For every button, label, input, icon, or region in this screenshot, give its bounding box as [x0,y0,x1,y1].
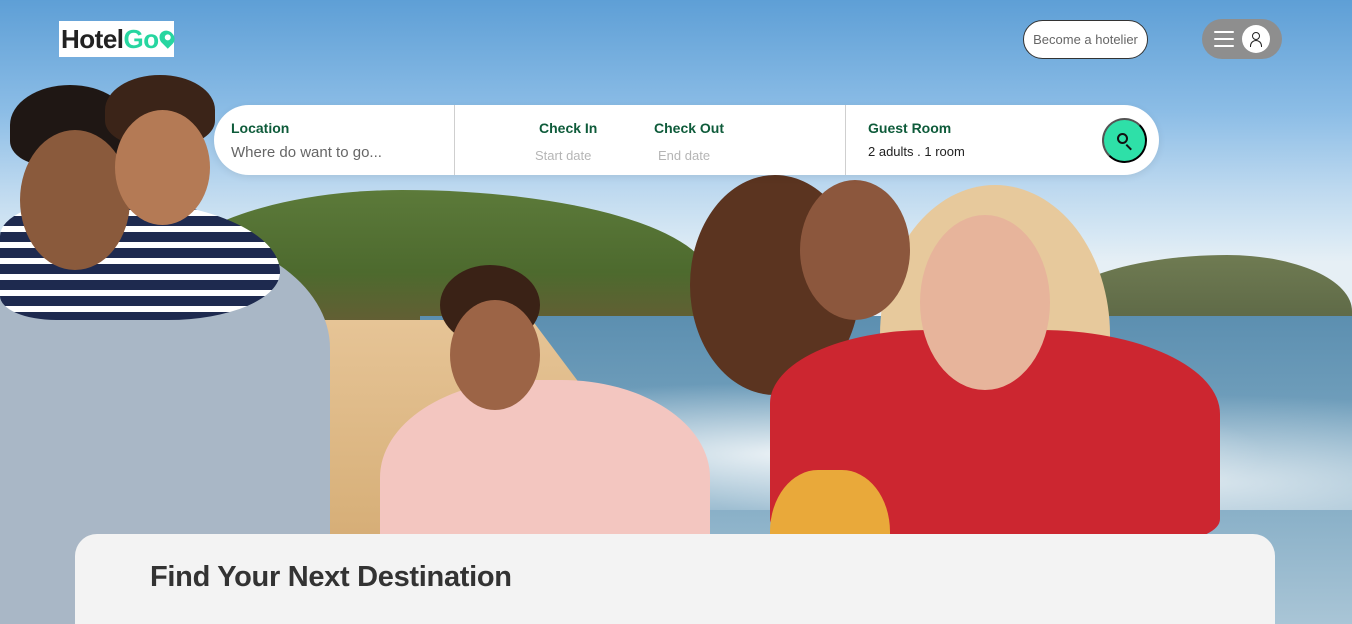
section-title: Find Your Next Destination [150,561,512,593]
guest-room-selector[interactable]: 2 adults . 1 room [868,144,965,159]
location-input[interactable] [231,142,441,162]
divider [454,105,455,175]
hamburger-icon [1214,31,1234,47]
check-in-input[interactable] [535,147,625,163]
man-face [20,130,130,270]
divider [845,105,846,175]
hotelgo-logo[interactable]: HotelGo [59,21,178,57]
boy-face [115,110,210,225]
destination-section: Find Your Next Destination [75,534,1275,624]
woman-face [920,215,1050,390]
child-face [800,180,910,320]
user-menu-button[interactable] [1202,19,1282,59]
check-out-label: Check Out [654,120,725,136]
logo-text: HotelGo [61,24,159,54]
guest-room-label: Guest Room [868,120,952,136]
search-bar: Location Check In Check Out Guest Room 2… [214,105,1159,175]
search-button[interactable] [1102,118,1147,163]
search-icon [1116,132,1134,150]
check-in-label: Check In [539,120,598,136]
girl-face [450,300,540,410]
user-icon [1242,25,1270,53]
check-out-input[interactable] [658,147,748,163]
hero-image [0,0,1352,624]
location-label: Location [231,120,290,136]
become-hotelier-button[interactable]: Become a hotelier [1023,20,1148,59]
